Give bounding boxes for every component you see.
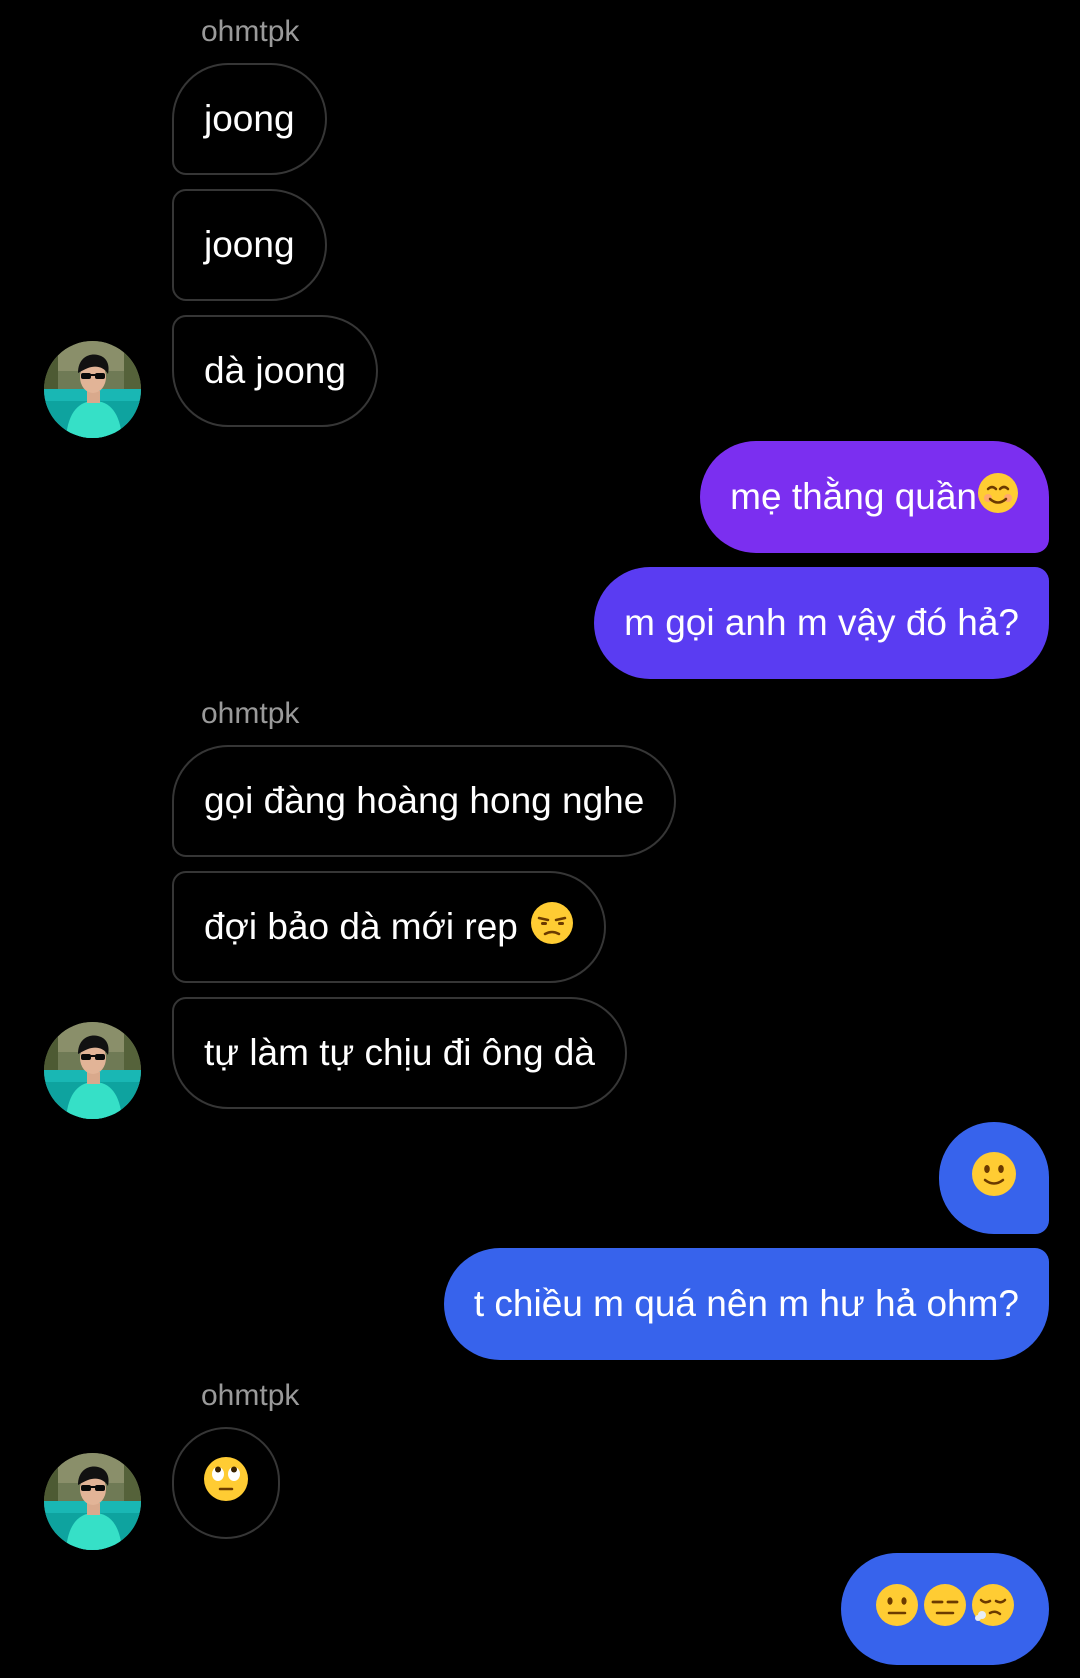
incoming-message-bubble[interactable]: đợi bảo dà mới rep bbox=[172, 871, 606, 983]
eye-roll-face-icon bbox=[203, 1456, 249, 1511]
sender-name: ohmtpk bbox=[201, 697, 300, 730]
sender-name: ohmtpk bbox=[201, 1379, 300, 1412]
outgoing-message-bubble[interactable] bbox=[939, 1122, 1049, 1234]
outgoing-message-bubble[interactable]: t chiều m quá nên m hư hả ohm? bbox=[443, 1248, 1049, 1360]
exhaling-face-icon bbox=[971, 1583, 1015, 1636]
message-text: joong bbox=[204, 224, 295, 265]
sender-name: ohmtpk bbox=[201, 15, 300, 48]
incoming-message-bubble[interactable]: tự làm tự chịu đi ông dà bbox=[172, 997, 627, 1109]
incoming-message-bubble[interactable] bbox=[172, 1427, 280, 1539]
slightly-smiling-face-icon bbox=[971, 1151, 1017, 1206]
contact-avatar[interactable] bbox=[44, 1022, 141, 1119]
incoming-message-bubble[interactable]: dà joong bbox=[172, 315, 378, 427]
incoming-message-bubble[interactable]: gọi đàng hoàng hong nghe bbox=[172, 745, 677, 857]
contact-avatar[interactable] bbox=[44, 1453, 141, 1550]
message-text: gọi đàng hoàng hong nghe bbox=[204, 780, 645, 821]
message-text: dà joong bbox=[204, 350, 346, 391]
unamused-face-icon bbox=[530, 901, 574, 954]
message-text: đợi bảo dà mới rep bbox=[204, 906, 518, 947]
message-text: joong bbox=[204, 98, 295, 139]
smiling-face-icon bbox=[977, 472, 1019, 523]
neutral-face-icon bbox=[875, 1583, 919, 1636]
incoming-message-bubble[interactable]: joong bbox=[172, 189, 327, 301]
message-text: m gọi anh m vậy đó hả? bbox=[624, 602, 1019, 643]
contact-avatar[interactable] bbox=[44, 341, 141, 438]
outgoing-message-bubble[interactable] bbox=[841, 1553, 1049, 1665]
incoming-message-bubble[interactable]: joong bbox=[172, 63, 327, 175]
outgoing-message-bubble[interactable]: mẹ thằng quần bbox=[700, 441, 1049, 553]
message-text: mẹ thằng quần bbox=[730, 476, 977, 517]
message-text: tự làm tự chịu đi ông dà bbox=[204, 1032, 595, 1073]
message-text: t chiều m quá nên m hư hả ohm? bbox=[473, 1283, 1019, 1324]
expressionless-face-icon bbox=[923, 1583, 967, 1636]
outgoing-message-bubble[interactable]: m gọi anh m vậy đó hả? bbox=[594, 567, 1049, 679]
